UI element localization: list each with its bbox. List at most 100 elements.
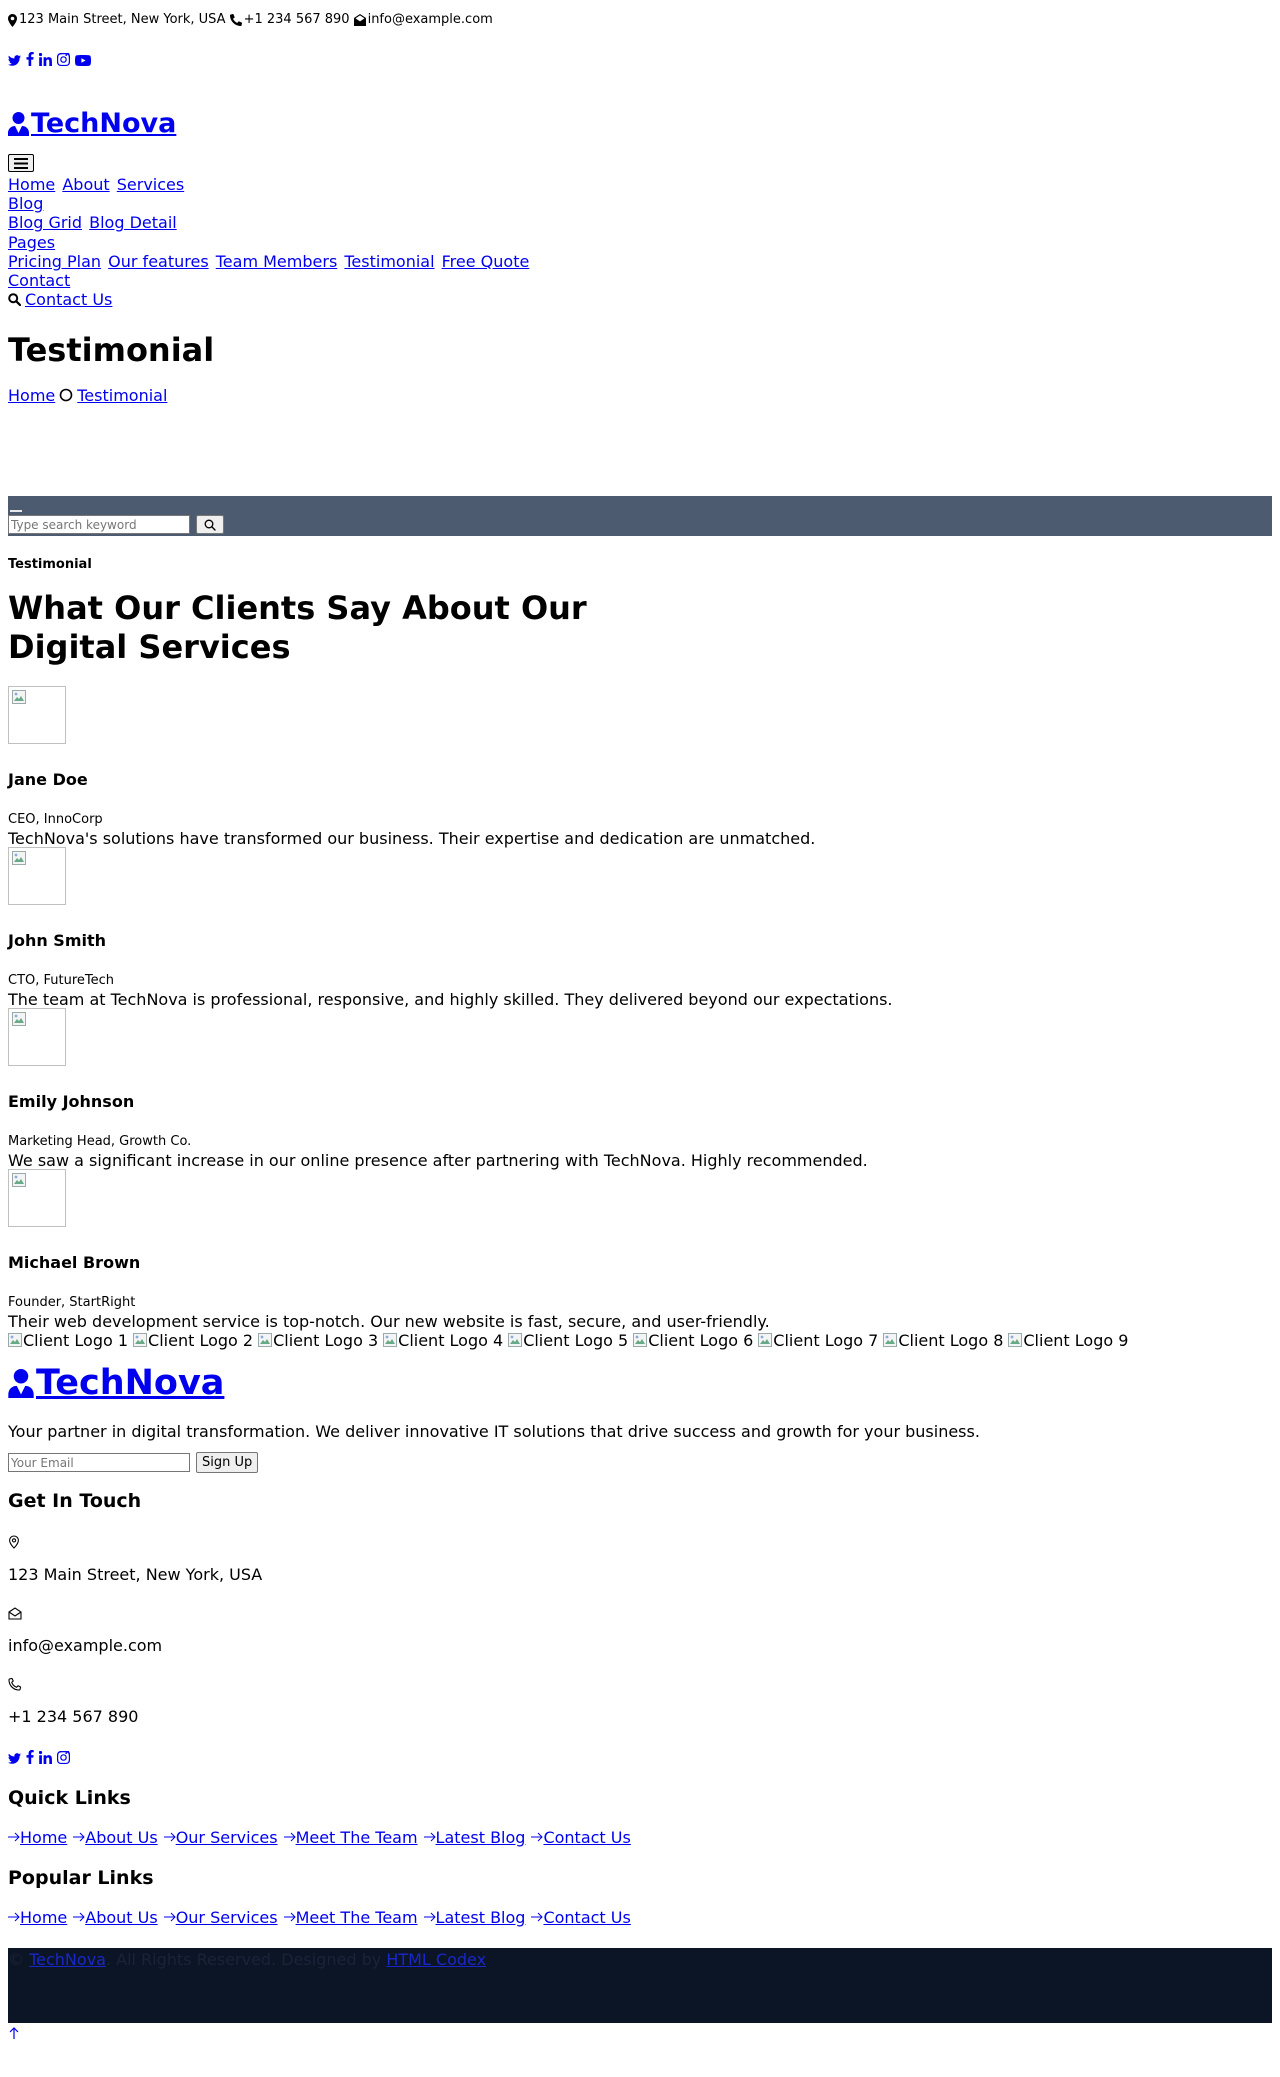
client-logo-alt: Client Logo 8: [898, 1330, 1004, 1350]
popular-link-link[interactable]: Our Services: [176, 1908, 278, 1927]
contact-heading: Get In Touch: [8, 1490, 142, 1513]
broken-image-icon: [12, 851, 26, 866]
contact-us-link[interactable]: Contact Us: [25, 290, 112, 309]
nav-blog-detail[interactable]: Blog Detail: [89, 213, 177, 232]
breadcrumb-testimonial[interactable]: Testimonial: [77, 386, 167, 405]
designer-link[interactable]: HTML Codex: [386, 1950, 486, 1969]
popular-link-item: Meet The Team: [283, 1907, 418, 1927]
section-tag: Testimonial: [8, 557, 92, 573]
quick-link-link[interactable]: Our Services: [176, 1828, 278, 1847]
testimonial-quote: We saw a significant increase in our onl…: [8, 1151, 868, 1171]
nav-row-3: Blog Grid Blog Detail: [8, 213, 1272, 232]
twitter-link[interactable]: [8, 51, 21, 70]
broken-image-icon: [258, 1333, 273, 1348]
arrow-right-icon: [8, 1912, 20, 1922]
popular-link-link[interactable]: About Us: [85, 1908, 157, 1927]
facebook-link[interactable]: [26, 51, 34, 70]
arrow-right-icon: [531, 1912, 544, 1922]
circle-separator-icon: [59, 389, 73, 402]
quick-link-item: About Us: [73, 1827, 158, 1847]
arrow-right-icon: [531, 1832, 544, 1842]
nav-about[interactable]: About: [62, 175, 109, 194]
youtube-link[interactable]: [74, 51, 92, 70]
topbar-social: [8, 52, 1272, 70]
nav-our-features[interactable]: Our features: [108, 252, 209, 271]
newsletter-form: Sign Up: [8, 1452, 1272, 1474]
broken-image-icon: [1008, 1333, 1023, 1348]
newsletter-email-input[interactable]: [8, 1453, 190, 1473]
client-logo-alt: Client Logo 5: [523, 1330, 629, 1350]
brand-link[interactable]: TechNova: [31, 108, 176, 140]
search-icon[interactable]: [8, 293, 21, 307]
search-icon: [204, 519, 216, 531]
testimonial-name: John Smith: [8, 931, 107, 951]
broken-image-icon: [508, 1333, 523, 1348]
arrow-right-icon: [163, 1912, 176, 1922]
nav-contact[interactable]: Contact: [8, 271, 70, 290]
testimonial-quote: Their web development service is top-not…: [8, 1312, 770, 1332]
phone-icon: [229, 14, 242, 26]
quick-links: Home About Us Our Services Meet The Team Lat…: [8, 1827, 1272, 1847]
search-input[interactable]: [8, 515, 190, 535]
nav-blog[interactable]: Blog: [8, 194, 43, 213]
quick-link-link[interactable]: Latest Blog: [436, 1828, 526, 1847]
footer-instagram-link[interactable]: [57, 1749, 70, 1768]
copyright-brand-link[interactable]: TechNova: [29, 1950, 106, 1969]
testimonial-name: Emily Johnson: [8, 1092, 135, 1112]
nav-team-members[interactable]: Team Members: [216, 252, 338, 271]
topbar-phone-text: +1 234 567 890: [243, 12, 350, 28]
broken-image-icon: [883, 1333, 898, 1348]
client-logo: Client Logo 4: [383, 1331, 503, 1350]
popular-link-link[interactable]: Meet The Team: [296, 1908, 418, 1927]
client-logo-alt: Client Logo 9: [1023, 1330, 1129, 1350]
testimonial-role: Marketing Head, Growth Co.: [8, 1134, 192, 1150]
back-to-top-link[interactable]: [8, 2025, 20, 2044]
quick-link-link[interactable]: Contact Us: [543, 1828, 630, 1847]
nav-home[interactable]: Home: [8, 175, 55, 194]
quick-link-item: Contact Us: [531, 1827, 631, 1847]
instagram-link[interactable]: [57, 51, 70, 70]
arrow-right-icon: [283, 1832, 296, 1842]
close-icon[interactable]: [10, 510, 22, 513]
popular-links: Home About Us Our Services Meet The Team Lat…: [8, 1907, 1272, 1927]
nav-row-6: Contact: [8, 271, 1272, 290]
client-logo: Client Logo 5: [508, 1331, 628, 1350]
nav-toggle-button[interactable]: [8, 154, 34, 172]
nav-testimonial[interactable]: Testimonial: [344, 252, 434, 271]
footer-facebook-link[interactable]: [26, 1749, 34, 1768]
nav-free-quote[interactable]: Free Quote: [442, 252, 530, 271]
popular-link-item: Our Services: [163, 1907, 278, 1927]
testimonial-name: Michael Brown: [8, 1253, 141, 1273]
footer-brand-link[interactable]: TechNova: [36, 1362, 224, 1404]
newsletter-signup-button[interactable]: Sign Up: [196, 1452, 259, 1474]
footer-twitter-link[interactable]: [8, 1749, 21, 1768]
client-logo: Client Logo 7: [758, 1331, 878, 1350]
instagram-icon: [57, 53, 70, 67]
testimonial-card: Michael Brown Founder, StartRight Their …: [8, 1169, 1272, 1332]
broken-image-icon: [758, 1333, 773, 1348]
quick-link-link[interactable]: Meet The Team: [296, 1828, 418, 1847]
popular-link-link[interactable]: Latest Blog: [436, 1908, 526, 1927]
footer-phone: +1 234 567 890: [8, 1707, 139, 1727]
popular-link-link[interactable]: Contact Us: [543, 1908, 630, 1927]
footer-address: 123 Main Street, New York, USA: [8, 1565, 263, 1585]
avatar: [8, 847, 66, 906]
breadcrumb-home[interactable]: Home: [8, 386, 55, 405]
search-button[interactable]: [196, 515, 224, 535]
nav-blog-grid[interactable]: Blog Grid: [8, 213, 82, 232]
topbar-phone: +1 234 567 890: [229, 12, 350, 28]
nav-pricing-plan[interactable]: Pricing Plan: [8, 252, 101, 271]
quick-link-item: Meet The Team: [283, 1827, 418, 1847]
nav-row-7: Contact Us: [8, 290, 1272, 309]
quick-link-link[interactable]: About Us: [85, 1828, 157, 1847]
client-logo-alt: Client Logo 4: [398, 1330, 504, 1350]
footer-linkedin-link[interactable]: [38, 1749, 52, 1768]
nav-services[interactable]: Services: [117, 175, 184, 194]
quick-link-link[interactable]: Home: [20, 1828, 67, 1847]
nav-row-4: Pages: [8, 233, 1272, 252]
popular-link-link[interactable]: Home: [20, 1908, 67, 1927]
nav-pages[interactable]: Pages: [8, 233, 55, 252]
linkedin-link[interactable]: [38, 51, 52, 70]
client-logo: Client Logo 1: [8, 1331, 128, 1350]
facebook-icon: [26, 52, 34, 67]
